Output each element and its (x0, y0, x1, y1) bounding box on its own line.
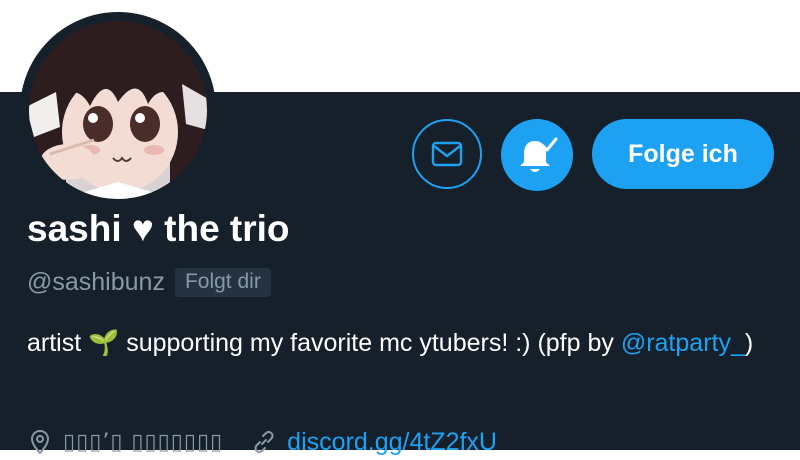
message-button[interactable] (412, 119, 482, 189)
following-button[interactable]: Folge ich (592, 119, 774, 189)
following-button-label: Folge ich (628, 139, 738, 168)
handle-row: @sashibunz Folgt dir (27, 266, 271, 298)
avatar[interactable] (20, 12, 216, 208)
link-icon (254, 430, 274, 454)
follows-you-badge: Folgt dir (174, 267, 271, 297)
user-handle: @sashibunz (27, 267, 165, 296)
bio-text-end: ) (744, 329, 754, 357)
profile-meta-row: ▯▯▯’▯ ▯▯▯▯▯▯▯ discord.gg/4tZ2fxU (27, 424, 497, 460)
bell-check-icon (520, 137, 558, 172)
location-text: ▯▯▯’▯ ▯▯▯▯▯▯▯ (63, 429, 224, 455)
display-name: sashi ♥ the trio (27, 208, 290, 249)
location-pin-icon (30, 429, 50, 455)
envelope-icon (431, 141, 463, 167)
notifications-button[interactable] (501, 119, 573, 191)
website-link[interactable]: discord.gg/4tZ2fxU (287, 428, 497, 457)
bio-mention-link[interactable]: @ratparty_ (621, 329, 745, 357)
bio-text: artist 🌱 supporting my favorite mc ytube… (27, 329, 621, 357)
avatar-illustration (23, 15, 213, 205)
profile-bio: artist 🌱 supporting my favorite mc ytube… (27, 326, 767, 360)
